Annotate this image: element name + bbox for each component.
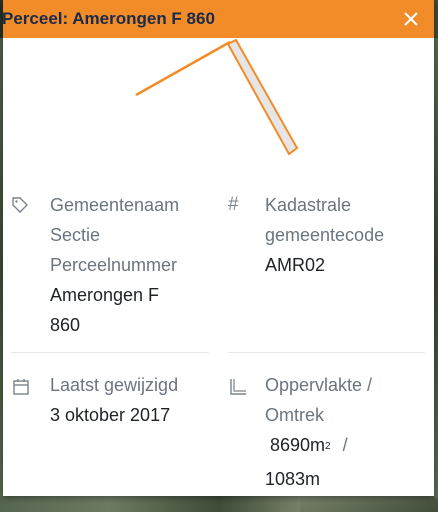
- value-oppervlakte: 8690m: [270, 435, 326, 455]
- close-button[interactable]: [400, 8, 422, 30]
- divider-left: [11, 352, 209, 353]
- popup-header: Perceel: Amerongen F 860: [2, 0, 434, 38]
- parcel-shape: [135, 38, 299, 156]
- label-oppervlakte: Oppervlakte /: [265, 375, 373, 395]
- parcel-edge-line: [135, 40, 231, 97]
- map-edge-right: [434, 38, 438, 498]
- divider-right: [228, 352, 425, 353]
- close-icon: [404, 12, 418, 26]
- label-sectie: Sectie: [50, 225, 101, 245]
- value-area-row: 8690m 2 /: [270, 430, 430, 464]
- parcel-name-field: Gemeentenaam Sectie Perceelnummer Ameron…: [50, 190, 220, 340]
- label-gemeentecode: gemeentecode: [265, 225, 385, 245]
- label-gemeentenaam: Gemeentenaam: [50, 195, 180, 215]
- last-modified-field: Laatst gewijzigd 3 oktober 2017: [50, 370, 220, 430]
- label-kadastrale: Kadastrale: [265, 195, 352, 215]
- popup-title: Perceel: Amerongen F 860: [2, 9, 215, 28]
- tag-icon: [12, 197, 28, 213]
- value-parcel-name-line1: Amerongen F: [50, 285, 160, 305]
- value-laatst-gewijzigd: 3 oktober 2017: [50, 405, 171, 425]
- parcel-outline: [226, 38, 299, 156]
- ruler-icon: [230, 379, 246, 395]
- hash-icon: #: [228, 194, 239, 215]
- value-separator: /: [342, 435, 348, 455]
- cadastral-code-field: Kadastrale gemeentecode AMR02: [265, 190, 430, 280]
- value-parcel-name-line2: 860: [50, 315, 81, 335]
- label-omtrek: Omtrek: [265, 405, 325, 425]
- value-gemeentecode: AMR02: [265, 255, 326, 275]
- label-laatst-gewijzigd: Laatst gewijzigd: [50, 375, 179, 395]
- map-view[interactable]: Perceel: Amerongen F 860 Gemeentenaam Se…: [0, 0, 438, 512]
- area-perimeter-field: Oppervlakte / Omtrek 8690m 2 / 1083m: [265, 370, 430, 494]
- calendar-icon: [13, 379, 29, 395]
- value-omtrek: 1083m: [265, 469, 321, 489]
- parcel-popup: Perceel: Amerongen F 860 Gemeentenaam Se…: [2, 0, 434, 496]
- value-area-unit-sup: 2: [325, 441, 331, 452]
- label-perceelnummer: Perceelnummer: [50, 255, 178, 275]
